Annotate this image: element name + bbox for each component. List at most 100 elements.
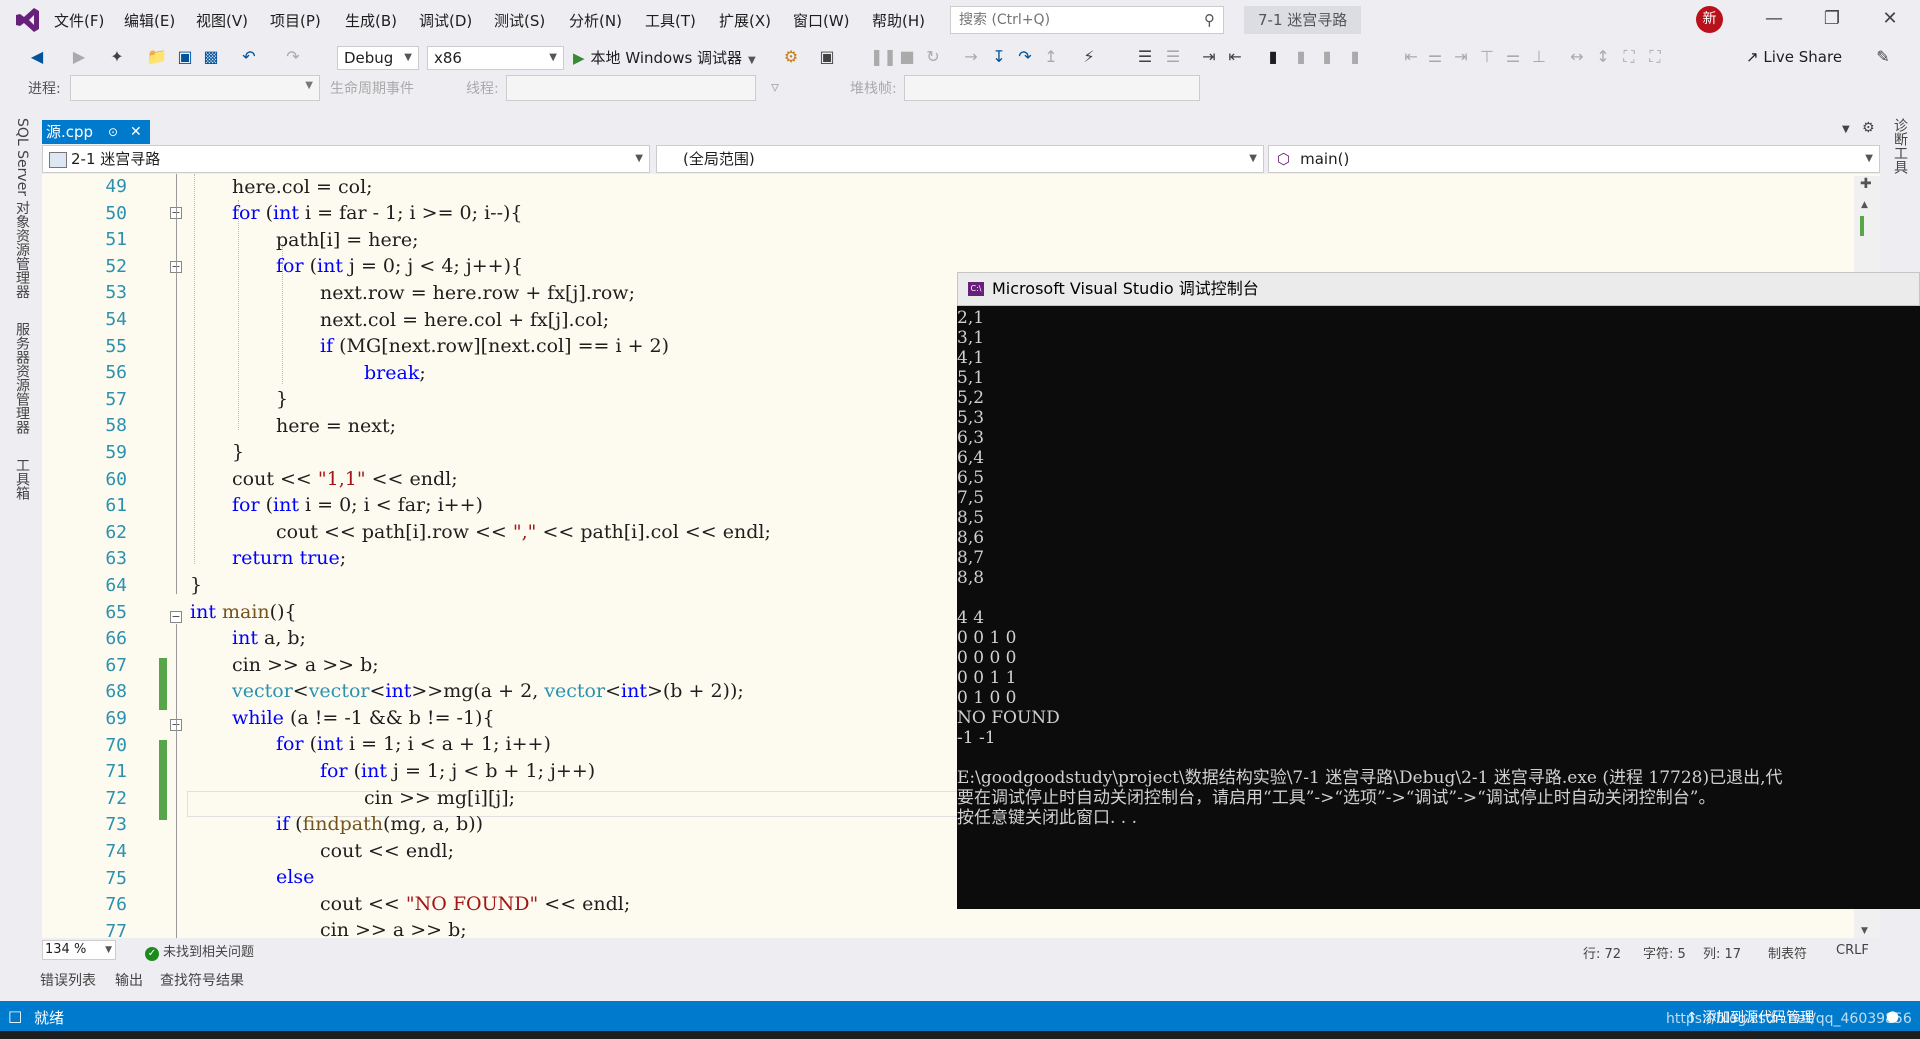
open-folder-icon[interactable]: 📁 [146,46,168,68]
debug-console-window[interactable]: C:\ Microsoft Visual Studio 调试控制台 2,1 3,1… [957,272,1920,909]
menu-view[interactable]: 视图(V) [196,10,248,31]
configuration-dropdown[interactable]: Debug ▼ [337,46,419,70]
stack-frame-dropdown[interactable] [904,75,1200,101]
project-nav-dropdown[interactable]: 2-1 迷宫寻路 ▼ [42,145,650,173]
live-share-button[interactable]: ↗ Live Share [1746,48,1842,66]
align-middle-icon[interactable]: ⚌ [1502,46,1524,68]
console-title-bar[interactable]: C:\ Microsoft Visual Studio 调试控制台 [957,272,1920,306]
fold-toggle-icon[interactable]: − [170,611,182,623]
tab-mode[interactable]: 制表符 [1768,943,1807,962]
screenshot-icon[interactable]: ▣ [816,46,838,68]
column-position[interactable]: 列: 17 [1703,943,1741,962]
redo-icon[interactable]: ↷ [282,46,304,68]
scroll-up-icon[interactable]: ▲ [1861,200,1868,210]
center-horizontal-icon[interactable]: ⛶ [1618,46,1640,68]
pause-icon[interactable]: ❚❚ [870,46,897,68]
menu-help[interactable]: 帮助(H) [872,10,925,31]
show-next-statement-icon[interactable]: → [960,46,982,68]
filter-icon[interactable]: ▿ [764,76,786,98]
char-position[interactable]: 字符: 5 [1643,943,1686,962]
clear-bookmarks-icon[interactable]: ▮ [1344,46,1366,68]
close-icon[interactable]: ✕ [1870,8,1910,29]
restart-icon[interactable]: ↻ [922,46,944,68]
sql-server-explorer-tab[interactable]: SQL Server 对象资源管理器 [12,118,32,299]
close-tab-icon[interactable]: ✕ [130,120,142,144]
save-all-icon[interactable]: ▩ [200,46,222,68]
notification-bell-icon[interactable]: ● [1886,1007,1899,1025]
stop-icon[interactable]: ■ [896,46,918,68]
align-top-icon[interactable]: ⊤ [1476,46,1498,68]
avatar[interactable]: 新 [1696,6,1723,33]
search-box[interactable]: ⚲ [950,6,1224,34]
space-down-icon[interactable]: ↕ [1592,46,1614,68]
console-line: 按任意键关闭此窗口. . . [957,808,1138,828]
line-ending[interactable]: CRLF [1836,943,1869,958]
tab-source-cpp[interactable]: 源.cpp ⊙ ✕ [42,120,150,144]
minimize-icon[interactable]: — [1754,8,1794,29]
step-out-icon[interactable]: ↥ [1040,46,1062,68]
settings-gear-icon[interactable]: ⚙ [1862,120,1875,136]
lifecycle-events-label[interactable]: 生命周期事件 [330,78,414,98]
menu-test[interactable]: 测试(S) [494,10,545,31]
hot-reload-icon[interactable]: ⚡ [1078,46,1100,68]
restore-icon[interactable]: ❐ [1812,8,1852,29]
menu-window[interactable]: 窗口(W) [793,10,850,31]
menu-edit[interactable]: 编辑(E) [124,10,175,31]
toolbox-tab[interactable]: 工具箱 [12,458,32,500]
bookmark-icon[interactable]: ▮ [1262,46,1284,68]
prev-bookmark-icon[interactable]: ▮ [1290,46,1312,68]
line-position[interactable]: 行: 72 [1583,943,1621,962]
platform-dropdown[interactable]: x86 ▼ [427,46,564,70]
output-window-icon[interactable]: □ [8,1007,22,1025]
menu-tools[interactable]: 工具(T) [645,10,696,31]
next-bookmark-icon[interactable]: ▮ [1316,46,1338,68]
forward-icon[interactable]: ▶ [68,46,90,68]
search-icon[interactable]: ⚲ [1204,11,1215,29]
menu-file[interactable]: 文件(F) [54,10,104,31]
toggle-comment-icon[interactable]: ☰ [1134,46,1156,68]
menu-project[interactable]: 项目(P) [270,10,321,31]
menu-extensions[interactable]: 扩展(X) [719,10,771,31]
new-project-icon[interactable]: ✦ [106,46,128,68]
outdent-icon[interactable]: ⇤ [1224,46,1246,68]
zoom-dropdown[interactable]: 134 % ▼ [42,940,116,960]
search-input[interactable] [957,7,1191,33]
pin-icon[interactable]: ⊙ [108,120,118,144]
tab-error-list[interactable]: 错误列表 [40,970,96,990]
diagnostic-tools-tab[interactable]: 诊断工具 [1890,118,1910,174]
center-vertical-icon[interactable]: ⛶ [1644,46,1666,68]
menu-debug[interactable]: 调试(D) [419,10,472,31]
process-dropdown[interactable]: ▼ [70,75,320,101]
tab-find-symbol-results[interactable]: 查找符号结果 [160,970,244,990]
code-line: for (int i = 0; i < far; i++) [232,494,483,516]
align-bottom-icon[interactable]: ⊥ [1528,46,1550,68]
step-over-icon[interactable]: ↷ [1014,46,1036,68]
save-icon[interactable]: ▣ [174,46,196,68]
space-across-icon[interactable]: ↔ [1566,46,1588,68]
indent-icon[interactable]: ⇥ [1198,46,1220,68]
server-explorer-tab[interactable]: 服务器资源管理器 [12,322,32,434]
visual-studio-logo-icon[interactable] [12,6,42,34]
menu-build[interactable]: 生成(B) [345,10,397,31]
line-number: 49 [105,176,127,197]
start-debugging-button[interactable]: ▶ 本地 Windows 调试器 ▼ [573,46,756,70]
function-nav-dropdown[interactable]: ⬡ main() ▼ [1268,145,1880,173]
browser-link-icon[interactable]: ⚙ [780,46,802,68]
scope-nav-dropdown[interactable]: (全局范围) ▼ [656,145,1264,173]
menu-analyze[interactable]: 分析(N) [569,10,622,31]
split-editor-icon[interactable]: ✚ [1860,176,1872,192]
step-into-icon[interactable]: ↧ [988,46,1010,68]
align-center-icon[interactable]: ⚌ [1424,46,1446,68]
thread-dropdown[interactable] [506,75,756,101]
console-line: -1 -1 [957,728,996,748]
back-icon[interactable]: ◀ [26,46,48,68]
uncomment-icon[interactable]: ☰ [1162,46,1184,68]
undo-icon[interactable]: ↶ [238,46,260,68]
issues-indicator[interactable]: ✓ 未找到相关问题 [145,941,254,961]
feedback-icon[interactable]: ✎ [1872,46,1894,68]
align-right-icon[interactable]: ⇥ [1450,46,1472,68]
tab-output[interactable]: 输出 [115,970,143,990]
align-left-icon[interactable]: ⇤ [1400,46,1422,68]
scroll-down-icon[interactable]: ▼ [1861,926,1868,936]
tab-list-icon[interactable]: ▼ [1842,124,1850,135]
